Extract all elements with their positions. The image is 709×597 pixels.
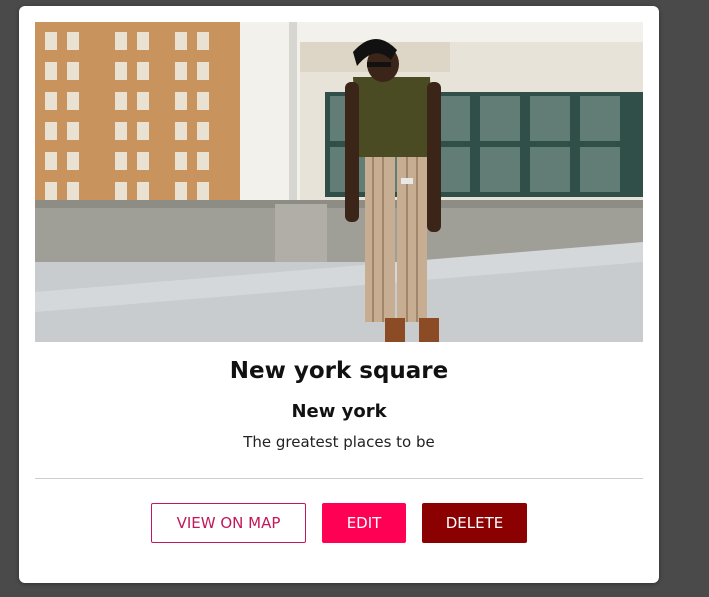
place-description: The greatest places to be — [243, 433, 435, 451]
edit-button[interactable]: EDIT — [322, 503, 406, 543]
view-on-map-button[interactable]: VIEW ON MAP — [151, 503, 306, 543]
place-card: New york square New york The greatest pl… — [19, 6, 659, 583]
delete-button[interactable]: DELETE — [422, 503, 527, 543]
divider — [35, 478, 643, 479]
place-title: New york square — [229, 358, 449, 384]
place-image — [35, 22, 643, 342]
place-city: New york — [291, 401, 387, 422]
